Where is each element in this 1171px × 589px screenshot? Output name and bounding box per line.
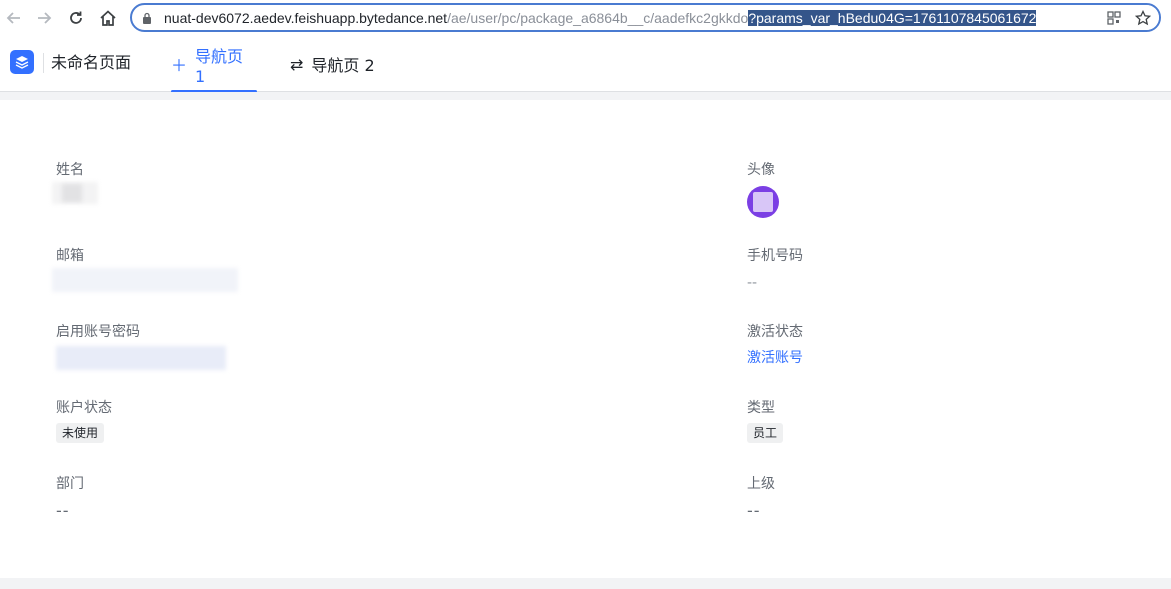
name-value-redacted-inner (62, 184, 82, 202)
password-label: 启用账号密码 (56, 324, 140, 340)
avatar-label: 头像 (747, 162, 775, 178)
department-value: -- (56, 501, 70, 520)
phone-label: 手机号码 (747, 248, 803, 264)
url-text: nuat-dev6072.aedev.feishuapp.bytedance.n… (164, 9, 1037, 27)
activation-label: 激活状态 (747, 324, 803, 340)
avatar-field: 头像 (747, 160, 779, 218)
swap-icon: ⇄ (290, 54, 304, 74)
activation-field: 激活状态 激活账号 (747, 322, 803, 368)
type-field: 类型 员工 (747, 398, 784, 443)
email-label: 邮箱 (56, 248, 84, 264)
email-field: 邮箱 (56, 246, 84, 266)
header-divider (43, 53, 44, 73)
name-label: 姓名 (56, 162, 84, 178)
password-field: 启用账号密码 (56, 322, 140, 342)
reload-icon (70, 11, 82, 24)
app-header: 未命名页面 ＋ 导航页 1 ⇄ 导航页 2 (0, 36, 1171, 93)
page-title: 未命名页面 (51, 53, 132, 72)
forward-button[interactable] (32, 6, 56, 30)
email-value-redacted (52, 268, 238, 292)
qr-code-icon[interactable] (1107, 10, 1121, 25)
superior-value: -- (747, 501, 761, 520)
plus-icon: ＋ (171, 56, 188, 75)
avatar (747, 186, 779, 218)
tab-label: 导航页 2 (311, 56, 375, 75)
account-status-label: 账户状态 (56, 400, 112, 416)
department-field: 部门 -- (56, 474, 84, 522)
type-badge: 员工 (747, 423, 784, 443)
address-bar-actions (1101, 5, 1159, 30)
back-button[interactable] (2, 6, 26, 30)
department-label: 部门 (56, 476, 84, 492)
password-value-redacted (56, 346, 226, 370)
url-host: nuat-dev6072.aedev.feishuapp.bytedance.n… (164, 10, 448, 26)
address-bar[interactable]: nuat-dev6072.aedev.feishuapp.bytedance.n… (130, 3, 1161, 32)
status-badge: 未使用 (56, 423, 105, 443)
layers-icon (15, 56, 29, 69)
detail-card: 姓名 邮箱 启用账号密码 账户状态 未使用 部门 -- 头像 手机号码 -- 激… (0, 100, 1171, 578)
home-button[interactable] (96, 6, 120, 30)
superior-label: 上级 (747, 476, 775, 492)
phone-field: 手机号码 -- (747, 246, 803, 294)
browser-toolbar: nuat-dev6072.aedev.feishuapp.bytedance.n… (0, 0, 1171, 44)
forward-arrow-icon (38, 12, 52, 24)
superior-field: 上级 -- (747, 474, 775, 522)
activate-account-link[interactable]: 激活账号 (747, 348, 803, 368)
home-icon (100, 10, 116, 26)
avatar-image (753, 192, 773, 212)
tab-nav-page-2[interactable]: ⇄ 导航页 2 (290, 36, 375, 92)
app-logo (10, 50, 34, 74)
tab-nav-page-1[interactable]: ＋ 导航页 1 (171, 36, 257, 93)
name-field: 姓名 (56, 160, 84, 180)
type-label: 类型 (747, 400, 775, 416)
url-selected-query: ?params_var_hBedu04G=1761107845061672 (748, 10, 1037, 26)
url-path: /ae/user/pc/package_a6864b__c/aadefkc2gk… (447, 10, 749, 26)
bookmark-star-icon[interactable] (1135, 9, 1151, 26)
lock-icon (143, 12, 151, 24)
tab-label: 导航页 1 (195, 46, 244, 86)
back-arrow-icon (6, 12, 20, 24)
reload-button[interactable] (64, 6, 88, 30)
phone-value: -- (747, 275, 758, 291)
account-status-field: 账户状态 未使用 (56, 398, 112, 443)
